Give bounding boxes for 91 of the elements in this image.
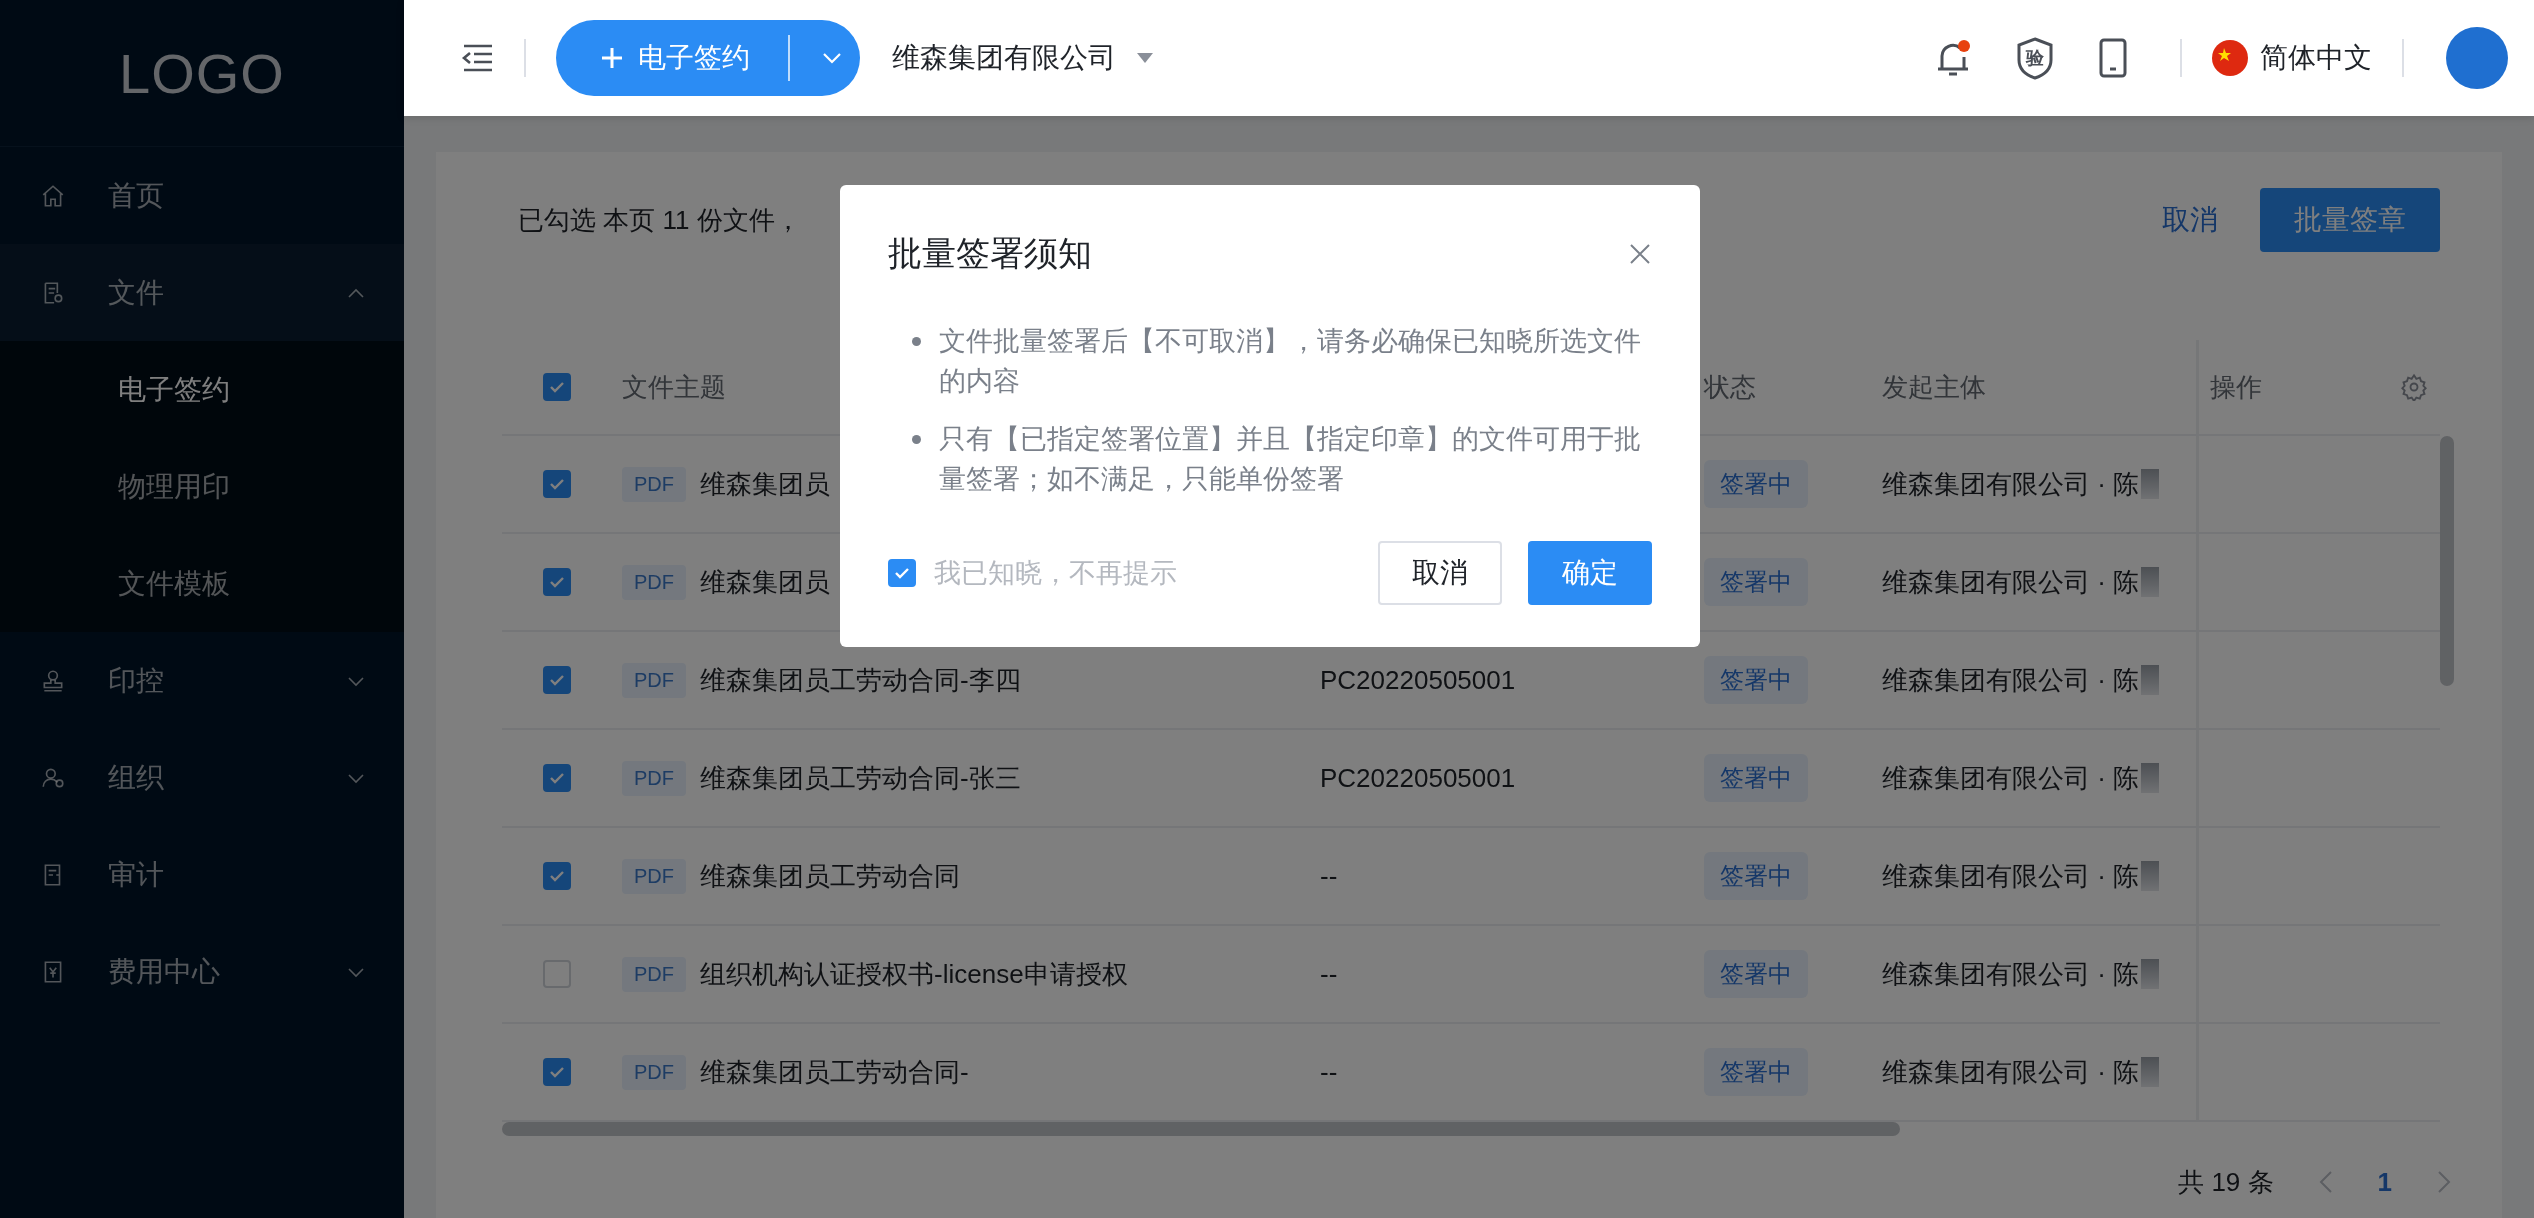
status-tag: 签署中 — [1704, 558, 1808, 606]
china-flag-icon[interactable] — [2212, 40, 2248, 76]
language-selector[interactable]: 简体中文 — [2260, 39, 2372, 77]
notice-text: 只有【已指定签署位置】并且【指定印章】的文件可用于批量签署；如不满足，只能单份签署 — [939, 423, 1642, 496]
submenu-item[interactable]: 文件模板 — [0, 535, 404, 632]
blur-mark — [2141, 469, 2160, 499]
table-cell-text: 维森集团有限公司 · 陈 — [1882, 761, 2140, 795]
file-name[interactable]: 组织机构认证授权书-license申请授权 — [700, 956, 1128, 992]
batch-sign-button[interactable]: 批量签章 — [2260, 188, 2440, 252]
cancel-link[interactable]: 取消 — [2156, 200, 2224, 240]
table-cell-text: 维森集团有限公司 · 陈 — [1882, 1055, 2140, 1089]
settings-icon[interactable] — [2400, 373, 2428, 401]
table-cell-text: 维森集团有限公司 · 陈 — [1882, 957, 2140, 991]
file-name[interactable]: 维森集团员工劳动合同-李四 — [700, 662, 1021, 698]
scrollbar-thumb[interactable] — [2440, 436, 2454, 686]
sidebar-item[interactable]: 费用中心 — [0, 923, 404, 1020]
status-tag: 签署中 — [1704, 460, 1808, 508]
blur-mark — [2141, 1057, 2160, 1087]
checkbox[interactable] — [543, 1058, 571, 1086]
checkbox[interactable] — [543, 470, 571, 498]
scrollbar-thumb[interactable] — [502, 1122, 1900, 1136]
bullet-icon — [912, 337, 921, 346]
blur-mark — [2141, 665, 2160, 695]
submenu-item[interactable]: 物理用印 — [0, 438, 404, 535]
plus-icon — [600, 46, 624, 70]
status-tag: 签署中 — [1704, 852, 1808, 900]
file-type-tag: PDF — [622, 760, 686, 796]
notice-text: 文件批量签署后【不可取消】，请务必确保已知晓所选文件的内容 — [939, 325, 1642, 398]
file-type-tag: PDF — [622, 564, 686, 600]
status-tag: 签署中 — [1704, 950, 1808, 998]
column-header: 文件主题 — [622, 370, 726, 404]
chevron-right-icon[interactable] — [2436, 1169, 2452, 1195]
blur-mark — [2141, 959, 2160, 989]
blur-mark — [2141, 567, 2160, 597]
status-tag: 签署中 — [1704, 1048, 1808, 1096]
sidebar-item[interactable]: 审计 — [0, 826, 404, 923]
checkbox-label[interactable]: 我已知晓，不再提示 — [934, 555, 1177, 591]
company-selector[interactable]: 维森集团有限公司 — [892, 39, 1116, 77]
logo: LOGO — [119, 40, 285, 106]
file-type-tag: PDF — [622, 466, 686, 502]
checkbox[interactable] — [543, 568, 571, 596]
file-type-tag: PDF — [622, 956, 686, 992]
table-cell-text: 维森集团有限公司 · 陈 — [1882, 859, 2140, 893]
blur-mark — [2141, 763, 2160, 793]
file-name[interactable]: 维森集团员 — [700, 466, 830, 502]
chevron-left-icon[interactable] — [2317, 1169, 2334, 1195]
table-cell: PC20220505001 — [1320, 762, 1516, 794]
status-tag: 签署中 — [1704, 656, 1808, 704]
blur-mark — [2141, 861, 2160, 891]
table-cell-text: 维森集团有限公司 · 陈 — [1882, 467, 2140, 501]
file-type-tag: PDF — [622, 1054, 686, 1090]
total-count: 共 19 条 — [2178, 1165, 2274, 1199]
file-name[interactable]: 维森集团员工劳动合同- — [700, 1054, 969, 1090]
table-cell: -- — [1320, 860, 1338, 892]
column-header: 操作 — [2210, 370, 2262, 404]
checkbox[interactable] — [543, 666, 571, 694]
chevron-down-icon[interactable] — [821, 51, 843, 65]
submenu-item[interactable]: 电子签约 — [0, 341, 404, 438]
checkbox[interactable] — [543, 764, 571, 792]
file-type-tag: PDF — [622, 858, 686, 894]
column-header: 状态 — [1704, 370, 1756, 404]
page-number[interactable]: 1 — [2377, 1166, 2392, 1198]
file-name[interactable]: 维森集团员工劳动合同-张三 — [700, 760, 1021, 796]
verify-shield-badge[interactable]: 验 — [2016, 36, 2054, 80]
close-icon[interactable] — [1628, 242, 1652, 266]
table-cell: -- — [1320, 1056, 1338, 1088]
column-header: 发起主体 — [1882, 370, 1986, 404]
tablet-icon[interactable] — [2098, 37, 2128, 79]
sidebar-item[interactable]: 首页 — [0, 147, 404, 244]
status-tag: 签署中 — [1704, 754, 1808, 802]
table-cell: PC20220505001 — [1320, 664, 1516, 696]
cancel-button[interactable]: 取消 — [1378, 541, 1502, 605]
caret-down-icon[interactable] — [1136, 52, 1154, 64]
sidebar-item[interactable]: 组织 — [0, 729, 404, 826]
bullet-icon — [912, 435, 921, 444]
sidebar-item[interactable]: 印控 — [0, 632, 404, 729]
table-cell-text: 维森集团有限公司 · 陈 — [1882, 663, 2140, 697]
menu-fold-icon[interactable] — [460, 43, 494, 73]
file-name[interactable]: 维森集团员 — [700, 564, 830, 600]
checkbox[interactable] — [888, 559, 916, 587]
confirm-button[interactable]: 确定 — [1528, 541, 1652, 605]
file-name[interactable]: 维森集团员工劳动合同 — [700, 858, 960, 894]
checkbox[interactable] — [543, 862, 571, 890]
table-cell: -- — [1320, 958, 1338, 990]
checkbox[interactable] — [543, 373, 571, 401]
file-type-tag: PDF — [622, 662, 686, 698]
table-cell-text: 维森集团有限公司 · 陈 — [1882, 565, 2140, 599]
new-signing-button[interactable]: 电子签约 — [556, 20, 860, 96]
selection-summary: 已勾选 本页 11 份文件， — [517, 203, 802, 237]
sidebar-item[interactable]: 文件 — [0, 244, 404, 341]
dialog-title: 批量签署须知 — [888, 233, 1092, 274]
